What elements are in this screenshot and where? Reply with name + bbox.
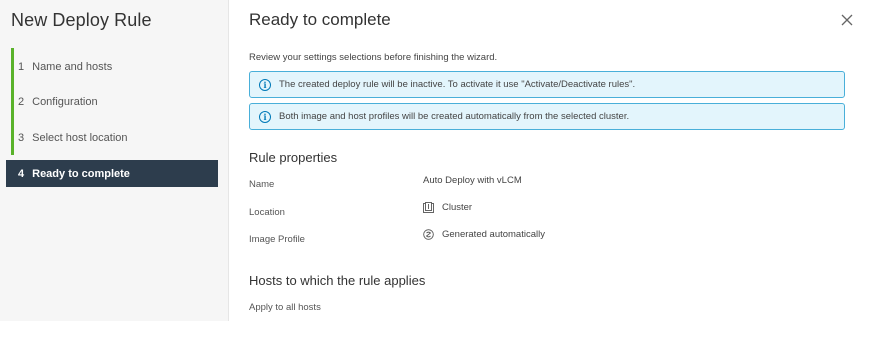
step-configuration[interactable]: 2 Configuration — [6, 88, 218, 115]
intro-text: Review your settings selections before f… — [249, 52, 498, 63]
close-icon — [841, 14, 853, 26]
step-number: 3 — [18, 131, 25, 144]
image-profile-value: Generated automatically — [442, 229, 545, 240]
page-title: Ready to complete — [249, 10, 391, 29]
step-ready-to-complete[interactable]: 4 Ready to complete — [6, 160, 218, 187]
close-button[interactable] — [838, 11, 856, 29]
alert-profiles-created: i Both image and host profiles will be c… — [249, 103, 845, 130]
image-profile-icon — [423, 229, 434, 240]
wizard-title: New Deploy Rule — [11, 10, 152, 30]
step-name-and-hosts[interactable]: 1 Name and hosts — [6, 53, 218, 80]
step-label: Name and hosts — [32, 60, 113, 73]
rule-name-value: Auto Deploy with vLCM — [423, 175, 522, 186]
info-icon: i — [259, 110, 271, 123]
prop-label-location: Location — [249, 207, 285, 218]
alert-text: The created deploy rule will be inactive… — [279, 79, 636, 90]
wizard-main-panel: Ready to complete Review your settings s… — [249, 0, 871, 354]
rule-properties-heading: Rule properties — [249, 150, 338, 165]
location-value: Cluster — [442, 202, 473, 213]
hosts-heading: Hosts to which the rule applies — [249, 273, 426, 288]
step-label: Configuration — [32, 95, 98, 108]
step-number: 1 — [18, 60, 25, 73]
info-icon: i — [259, 78, 271, 91]
step-number: 2 — [18, 95, 25, 108]
prop-label-name: Name — [249, 179, 275, 190]
cluster-icon — [423, 202, 434, 213]
hosts-value: Apply to all hosts — [249, 302, 321, 313]
prop-value-location: Cluster — [423, 202, 472, 213]
prop-label-image-profile: Image Profile — [249, 234, 305, 245]
prop-value-image-profile: Generated automatically — [423, 229, 545, 240]
step-select-host-location[interactable]: 3 Select host location — [6, 124, 218, 151]
step-number: 4 — [18, 167, 25, 180]
step-label: Select host location — [32, 131, 128, 144]
wizard-sidebar: New Deploy Rule 1 Name and hosts 2 Confi… — [0, 0, 229, 321]
prop-value-name: Auto Deploy with vLCM — [423, 175, 522, 186]
alert-inactive-rule: i The created deploy rule will be inacti… — [249, 71, 845, 98]
alert-text: Both image and host profiles will be cre… — [279, 111, 630, 122]
step-label: Ready to complete — [32, 167, 130, 180]
